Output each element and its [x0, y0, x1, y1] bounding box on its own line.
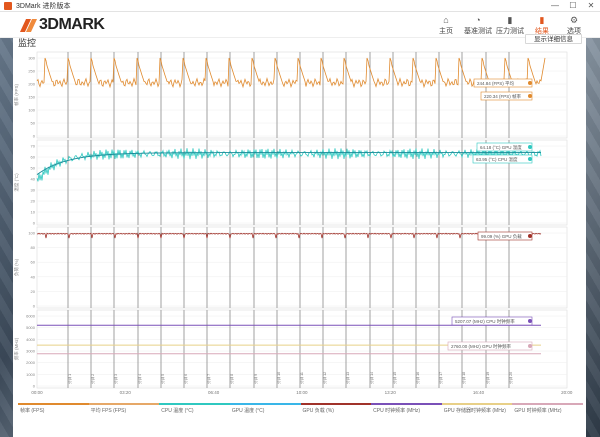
chart-legend: 帧率 (FPS) 平均 FPS (FPS) CPU 温度 (°C) GPU 温度 (°…: [18, 403, 583, 416]
marker-label: 分钟 3: [113, 374, 118, 384]
value-dot: [528, 344, 532, 348]
value-dot: [528, 145, 532, 149]
y-tick-label: 0: [33, 221, 36, 226]
y-tick-label: 1000: [26, 372, 36, 377]
y-tick-label: 20: [31, 289, 36, 294]
marker-label: 分钟 6: [183, 374, 188, 384]
marker-label: 分钟 17: [438, 372, 443, 384]
y-tick-label: 300: [28, 56, 35, 61]
marker-label: 分钟 1: [67, 374, 72, 384]
x-tick-label: 03:20: [120, 390, 132, 395]
marker-label: 分钟 5: [160, 374, 165, 384]
y-tick-label: 6000: [26, 314, 36, 319]
value-tag-label: 63.95 (°C) CPU 温度: [476, 156, 518, 163]
value-tag-label: 64.18 (°C) GPU 温度: [480, 144, 522, 151]
fps-series-line: [36, 57, 546, 89]
y-tick-label: 60: [31, 155, 36, 160]
y-tick-label: 40: [31, 177, 36, 182]
marker-label: 分钟 15: [392, 372, 397, 384]
y-tick-label: 30: [31, 188, 36, 193]
y-axis-label: 帧率 (FPS): [13, 83, 20, 106]
legend-item[interactable]: GPU 温度 (°C): [229, 403, 301, 416]
legend-item[interactable]: GPU 时钟频率 (MHz): [512, 403, 583, 416]
x-tick-label: 00:00: [31, 390, 43, 395]
y-tick-label: 10: [31, 210, 36, 215]
value-tag-label: 220.34 (FPS) 帧率: [484, 93, 522, 100]
marker-label: 分钟 9: [253, 374, 258, 384]
y-tick-label: 0: [33, 134, 36, 139]
legend-item[interactable]: 平均 FPS (FPS): [88, 403, 160, 416]
marker-label: 分钟 18: [461, 372, 466, 384]
x-tick-label: 06:40: [208, 390, 220, 395]
y-axis-label: 频率 (MHz): [13, 337, 20, 360]
value-dot: [528, 319, 532, 323]
value-tag-label: 244.84 (FPS) 平均: [477, 80, 515, 87]
marker-label: 分钟 7: [206, 374, 211, 384]
marker-label: 分钟 4: [137, 374, 142, 384]
y-tick-label: 80: [31, 245, 36, 250]
y-tick-label: 70: [31, 144, 36, 149]
x-tick-label: 16:40: [473, 390, 485, 395]
y-tick-label: 20: [31, 199, 36, 204]
y-tick-label: 4000: [26, 337, 36, 342]
y-tick-label: 50: [31, 121, 36, 126]
y-tick-label: 40: [31, 274, 36, 279]
y-tick-label: 100: [28, 231, 35, 236]
y-tick-label: 5000: [26, 325, 36, 330]
x-tick-label: 10:00: [296, 390, 308, 395]
gpu-load-series-line: [36, 232, 542, 239]
value-dot: [528, 157, 532, 161]
value-dot: [528, 234, 532, 238]
y-axis-label: 负荷 (%): [13, 258, 20, 276]
marker-label: 分钟 13: [345, 372, 350, 384]
y-tick-label: 0: [33, 304, 36, 309]
y-tick-label: 3000: [26, 349, 36, 354]
marker-label: 分钟 19: [485, 372, 490, 384]
y-tick-label: 0: [33, 384, 36, 389]
y-tick-label: 250: [28, 69, 35, 74]
marker-label: 分钟 10: [276, 372, 281, 384]
x-tick-label: 13:20: [385, 390, 397, 395]
legend-item[interactable]: GPU 存储器时钟频率 (MHz): [441, 403, 513, 416]
monitoring-charts: 300250200150100500帧率 (FPS)70605040302010…: [13, 51, 573, 395]
x-tick-label: 20:00: [561, 390, 573, 395]
y-tick-label: 100: [28, 108, 35, 113]
value-dot: [528, 94, 532, 98]
y-axis-label: 温度 (°C): [13, 173, 20, 192]
legend-item[interactable]: 帧率 (FPS): [18, 403, 89, 416]
value-tag-label: 5207.07 (MHz) CPU 时钟频率: [455, 318, 515, 325]
marker-label: 分钟 12: [322, 372, 327, 384]
value-dot: [528, 81, 532, 85]
y-tick-label: 200: [28, 82, 35, 87]
value-tag-label: 2760.00 (MHz) GPU 时钟频率: [451, 343, 512, 350]
y-tick-label: 2000: [26, 360, 36, 365]
cpu-temp-series-line: [36, 148, 542, 182]
marker-label: 分钟 8: [229, 374, 234, 384]
y-tick-label: 50: [31, 166, 36, 171]
marker-label: 分钟 2: [90, 374, 95, 384]
marker-label: 分钟 11: [299, 372, 304, 384]
legend-item[interactable]: GPU 负载 (%): [300, 403, 372, 416]
marker-label: 分钟 14: [369, 372, 374, 384]
legend-item[interactable]: CPU 时钟频率 (MHz): [371, 403, 442, 416]
marker-label: 分钟 20: [508, 372, 513, 384]
legend-item[interactable]: CPU 温度 (°C): [159, 403, 230, 416]
y-tick-label: 60: [31, 260, 36, 265]
marker-label: 分钟 16: [415, 372, 420, 384]
value-tag-label: 99.09 (%) GPU 负载: [481, 233, 522, 240]
y-tick-label: 150: [28, 95, 35, 100]
